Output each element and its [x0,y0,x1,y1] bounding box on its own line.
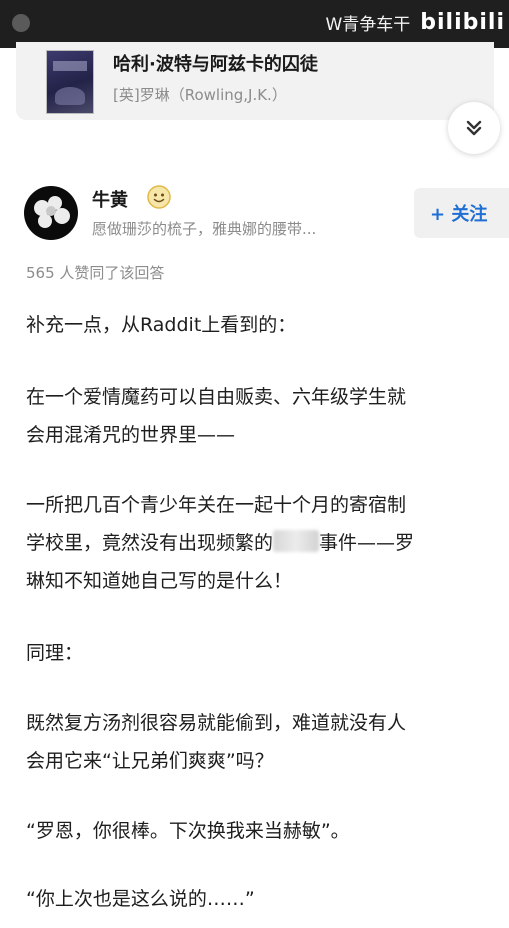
top-strip: W青争车干 bilibili [0,0,509,48]
like-count: 565 人赞同了该回答 [26,264,165,282]
author-avatar[interactable] [24,186,78,240]
answer-line-8: 既然复方汤剂很容易就能偷到，难道就没有人 [26,712,407,734]
status-dot-icon [12,14,30,32]
video-watermark: W青争车干 bilibili [325,10,505,35]
answer-line-5-end: 事件——罗 [319,532,415,554]
answer-line-7: 同理： [26,642,84,664]
answer-line-4: 一所把几百个青少年关在一起十个月的寄宿制 [26,494,407,516]
book-card[interactable]: 哈利·波特与阿兹卡的囚徒 [英]罗琳（Rowling,J.K.） [16,42,494,120]
author-name[interactable]: 牛黄 [92,186,128,212]
answer-line-9: 会用它来“让兄弟们爽爽”吗？ [26,750,274,772]
answer-line-6: 琳知不知道她自己写的是什么！ [26,570,293,592]
book-title: 哈利·波特与阿兹卡的囚徒 [113,54,318,75]
follow-button[interactable]: + 关注 [414,188,509,238]
answer-line-5: 学校里，竟然没有出现频繁的 事件——罗 [26,524,414,562]
chevron-double-down-icon [466,120,482,136]
watermark-text: W青争车干 [325,15,411,35]
answer-line-5-start: 学校里，竟然没有出现频繁的 [26,532,274,554]
author-bio: 愿做珊莎的梳子，雅典娜的腰带... [92,220,317,238]
answer-line-3: 会用混淆咒的世界里—— [26,424,236,446]
answer-line-10: “罗恩，你很棒。下次换我来当赫敏”。 [26,820,350,842]
book-cover-image [46,50,94,114]
smiley-badge-icon [147,185,171,209]
collapse-button[interactable] [448,102,500,154]
blurred-word [273,530,320,552]
bilibili-logo: bilibili [420,10,505,35]
book-author: [英]罗琳（Rowling,J.K.） [113,86,287,104]
answer-line-1: 补充一点，从Raddit上看到的： [26,314,297,336]
answer-line-2: 在一个爱情魔药可以自由贩卖、六年级学生就 [26,386,407,408]
answer-line-11: “你上次也是这么说的……” [26,888,255,910]
